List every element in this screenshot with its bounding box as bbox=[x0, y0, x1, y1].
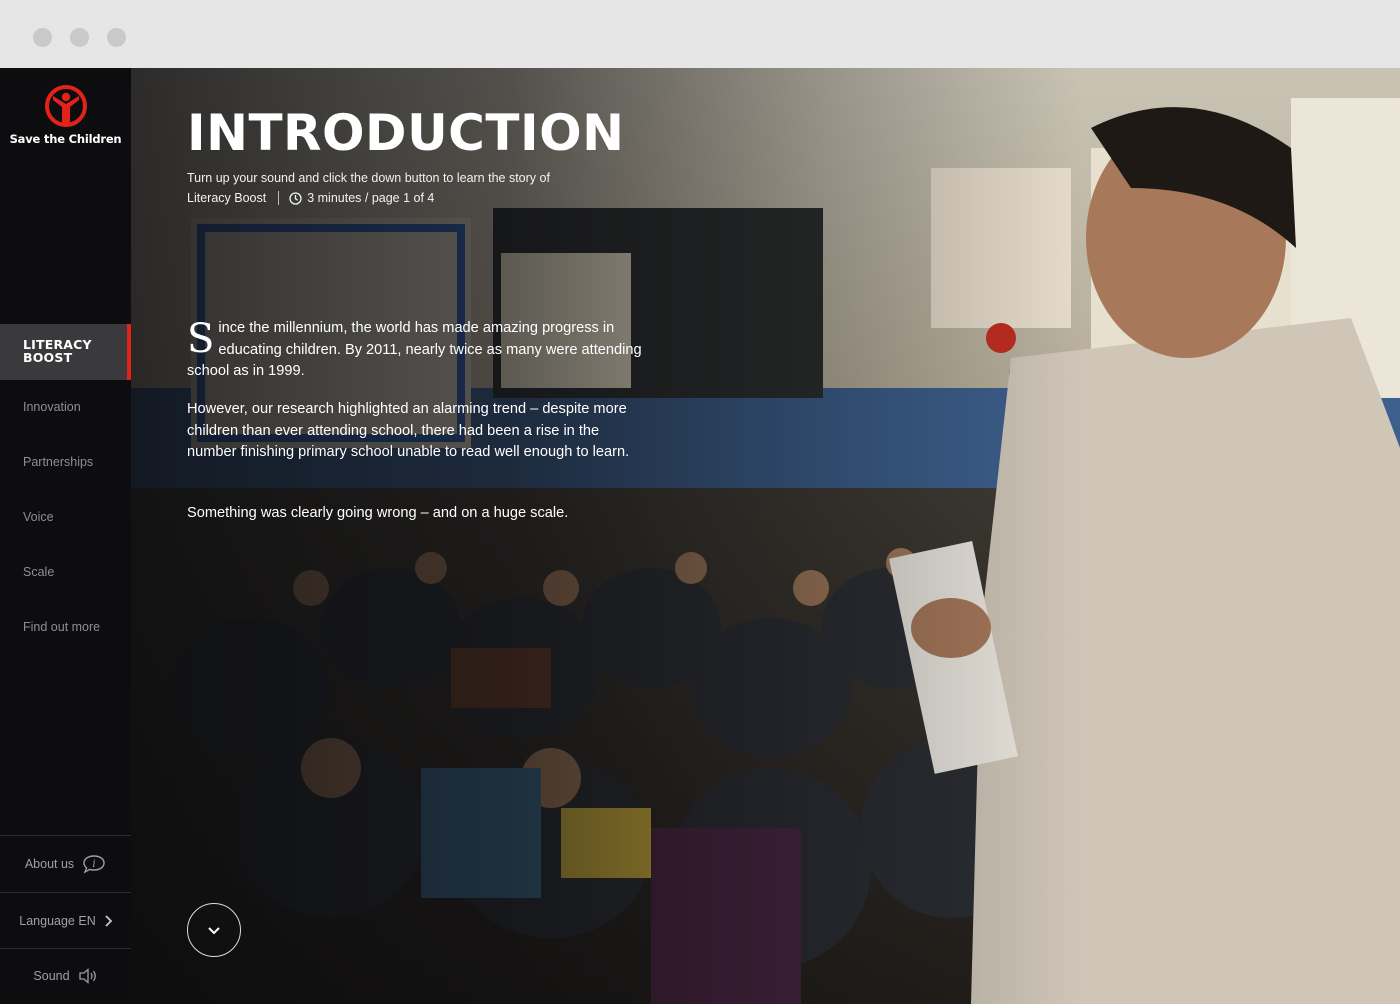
brand-logo[interactable]: Save the Children bbox=[0, 84, 131, 146]
chevron-right-icon bbox=[105, 915, 112, 927]
brand-name: Save the Children bbox=[9, 132, 122, 146]
language-label: Language EN bbox=[19, 914, 96, 928]
chevron-down-icon bbox=[208, 926, 220, 934]
intro-paragraph-3: Something was clearly going wrong – and … bbox=[187, 505, 569, 521]
window-maximize-button[interactable] bbox=[107, 28, 126, 47]
about-us-button[interactable]: About us i bbox=[0, 836, 131, 892]
sidebar: Save the Children LITERACY BOOST Innovat… bbox=[0, 68, 131, 1004]
sidebar-item-partnerships[interactable]: Partnerships bbox=[23, 455, 93, 469]
sound-label: Sound bbox=[33, 969, 70, 983]
browser-titlebar bbox=[0, 0, 1400, 68]
sidebar-item-literacy-boost[interactable]: LITERACY BOOST bbox=[0, 324, 131, 380]
clock-icon bbox=[289, 191, 302, 205]
drop-cap: S bbox=[187, 316, 215, 362]
sound-toggle[interactable]: Sound bbox=[0, 948, 131, 1004]
svg-text:i: i bbox=[93, 859, 96, 870]
speaker-icon bbox=[78, 968, 96, 984]
info-icon: i bbox=[83, 855, 105, 874]
meta-separator bbox=[278, 191, 280, 205]
sidebar-item-voice[interactable]: Voice bbox=[23, 510, 54, 524]
sidebar-item-find-out-more[interactable]: Find out more bbox=[23, 620, 100, 634]
sidebar-item-scale[interactable]: Scale bbox=[23, 565, 54, 579]
story-name: Literacy Boost bbox=[187, 191, 267, 205]
hero-section: INTRODUCTION Turn up your sound and clic… bbox=[131, 68, 1400, 1004]
page-title: INTRODUCTION bbox=[187, 104, 625, 162]
page-subtitle: Turn up your sound and click the down bu… bbox=[187, 171, 550, 185]
reading-time: 3 minutes / page 1 of 4 bbox=[307, 191, 435, 205]
sidebar-item-label: BOOST bbox=[23, 350, 73, 365]
intro-paragraph-2: However, our research highlighted an ala… bbox=[187, 401, 630, 460]
window-minimize-button[interactable] bbox=[70, 28, 89, 47]
hero-overlay bbox=[131, 68, 1400, 1004]
about-us-label: About us bbox=[24, 857, 75, 871]
sidebar-item-innovation[interactable]: Innovation bbox=[23, 400, 81, 414]
intro-paragraph-1: Since the millennium, the world has made… bbox=[187, 318, 647, 383]
intro-paragraph-1-text: ince the millennium, the world has made … bbox=[187, 320, 642, 379]
scroll-down-button[interactable] bbox=[187, 903, 241, 957]
window-close-button[interactable] bbox=[33, 28, 52, 47]
language-selector[interactable]: Language EN bbox=[0, 893, 131, 949]
save-the-children-logo-icon bbox=[44, 85, 87, 127]
story-meta: Literacy Boost 3 minutes / page 1 of 4 bbox=[187, 188, 434, 208]
